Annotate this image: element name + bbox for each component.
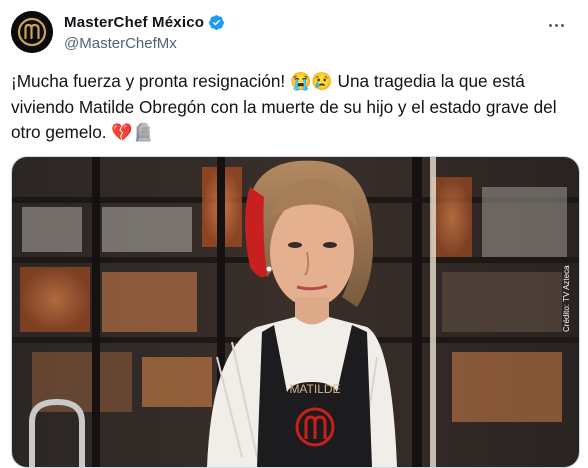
- dot-icon: [560, 23, 564, 27]
- photo-matilde-kitchen: MATILDE Crédito: TV Azteca: [12, 157, 579, 467]
- verified-badge-icon: [209, 15, 225, 30]
- dot-icon: [548, 23, 552, 27]
- author-handle[interactable]: @MasterChefMx: [64, 35, 177, 52]
- avatar[interactable]: [11, 11, 53, 53]
- author-display-name[interactable]: MasterChef México: [64, 14, 204, 31]
- photo-credit: Crédito: TV Azteca: [562, 265, 571, 332]
- author-name-row: MasterChef México: [64, 14, 225, 31]
- more-options-button[interactable]: [543, 14, 569, 36]
- tweet-media-photo[interactable]: MATILDE Crédito: TV Azteca: [11, 156, 580, 468]
- apron-label: MATILDE: [289, 382, 340, 396]
- dot-icon: [554, 23, 558, 27]
- masterchef-logo-icon: [11, 11, 53, 53]
- tweet-text: ¡Mucha fuerza y pronta resignación! 😭😢 U…: [11, 71, 562, 142]
